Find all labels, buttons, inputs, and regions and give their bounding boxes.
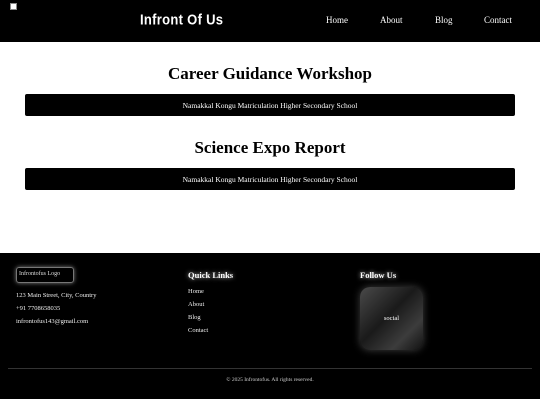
footer-link-home[interactable]: Home [188,288,204,295]
top-navbar: Infront Of Us Home About Blog Contact [0,0,540,42]
school-name-bar[interactable]: Namakkal Kongu Matriculation Higher Seco… [25,168,515,190]
school-name-bar[interactable]: Namakkal Kongu Matriculation Higher Seco… [25,94,515,116]
footer-logo: Infrontofus Logo [16,267,74,283]
footer-link-about[interactable]: About [188,301,204,308]
footer-email[interactable]: infrontofus143@gmail.com [16,318,88,325]
footer-link-blog[interactable]: Blog [188,314,201,321]
broken-image-icon [10,3,17,10]
footer-phone: +91 7708658035 [16,305,61,312]
copyright-text: © 2025 Infrontofus. All rights reserved. [226,377,314,383]
section-title-science-expo: Science Expo Report [194,138,346,157]
social-link-button[interactable]: social [360,287,423,350]
follow-us-heading: Follow Us [360,270,397,280]
nav-link-about[interactable]: About [380,15,403,25]
footer-link-contact[interactable]: Contact [188,327,208,334]
footer-address: 123 Main Street, City, Country [16,292,97,299]
nav-link-blog[interactable]: Blog [435,15,453,25]
site-brand[interactable]: Infront Of Us [140,11,223,28]
footer-divider [8,368,532,369]
nav-link-home[interactable]: Home [326,15,348,25]
social-label: social [383,315,400,322]
site-footer: Infrontofus Logo 123 Main Street, City, … [0,253,540,399]
nav-link-contact[interactable]: Contact [484,15,512,25]
section-title-career-guidance: Career Guidance Workshop [167,64,373,83]
quick-links-heading: Quick Links [188,270,234,280]
